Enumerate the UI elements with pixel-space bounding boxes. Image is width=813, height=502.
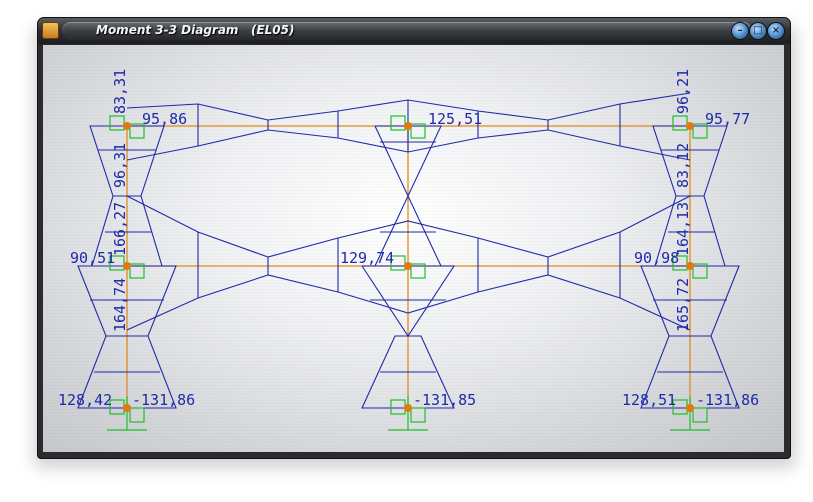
joint-node[interactable] (404, 122, 412, 130)
moment-label: 164,74 (111, 278, 129, 332)
moment-label: 128,42 (58, 391, 112, 409)
moment-label: 95,77 (705, 110, 750, 128)
joint-node[interactable] (404, 262, 412, 270)
close-icon[interactable]: × (768, 23, 784, 39)
joint-node[interactable] (123, 404, 131, 412)
window-title: Moment 3-3 Diagram (EL05) (96, 23, 295, 37)
moment-diagram: 83,31 96,31 95,86 96,21 83,12 95,77 125,… (58, 69, 759, 431)
moment-label: -131,86 (696, 391, 759, 409)
app-icon[interactable] (42, 22, 59, 39)
diagram-window[interactable]: Moment 3-3 Diagram (EL05) – □ × 83,31 96… (38, 18, 790, 458)
moment-label: 90,51 (70, 249, 115, 267)
joint-node[interactable] (686, 122, 694, 130)
moment-label: 83,12 (674, 143, 692, 188)
title-bar[interactable]: Moment 3-3 Diagram (EL05) – □ × (38, 18, 790, 44)
moment-label: 90,98 (634, 249, 679, 267)
moment-label: 96,21 (674, 69, 692, 114)
moment-label: -131,85 (413, 391, 476, 409)
minimize-icon[interactable]: – (732, 23, 748, 39)
joint-node[interactable] (123, 122, 131, 130)
moment-label: 125,51 (428, 110, 482, 128)
maximize-icon[interactable]: □ (750, 23, 766, 39)
moment-label: -131,86 (132, 391, 195, 409)
moment-label: 128,51 (622, 391, 676, 409)
joint-node[interactable] (686, 404, 694, 412)
moment-label: 95,86 (142, 110, 187, 128)
joint-node[interactable] (123, 262, 131, 270)
diagram-canvas[interactable]: 83,31 96,31 95,86 96,21 83,12 95,77 125,… (43, 45, 784, 452)
moment-label: 164,13 (674, 202, 692, 256)
joint-node[interactable] (686, 262, 694, 270)
moment-label: 165,72 (674, 278, 692, 332)
moment-label: 96,31 (111, 143, 129, 188)
moment-label: 129,74 (340, 249, 394, 267)
joint-node[interactable] (404, 404, 412, 412)
moment-label: 83,31 (111, 69, 129, 114)
moment-label: 166,27 (111, 202, 129, 256)
